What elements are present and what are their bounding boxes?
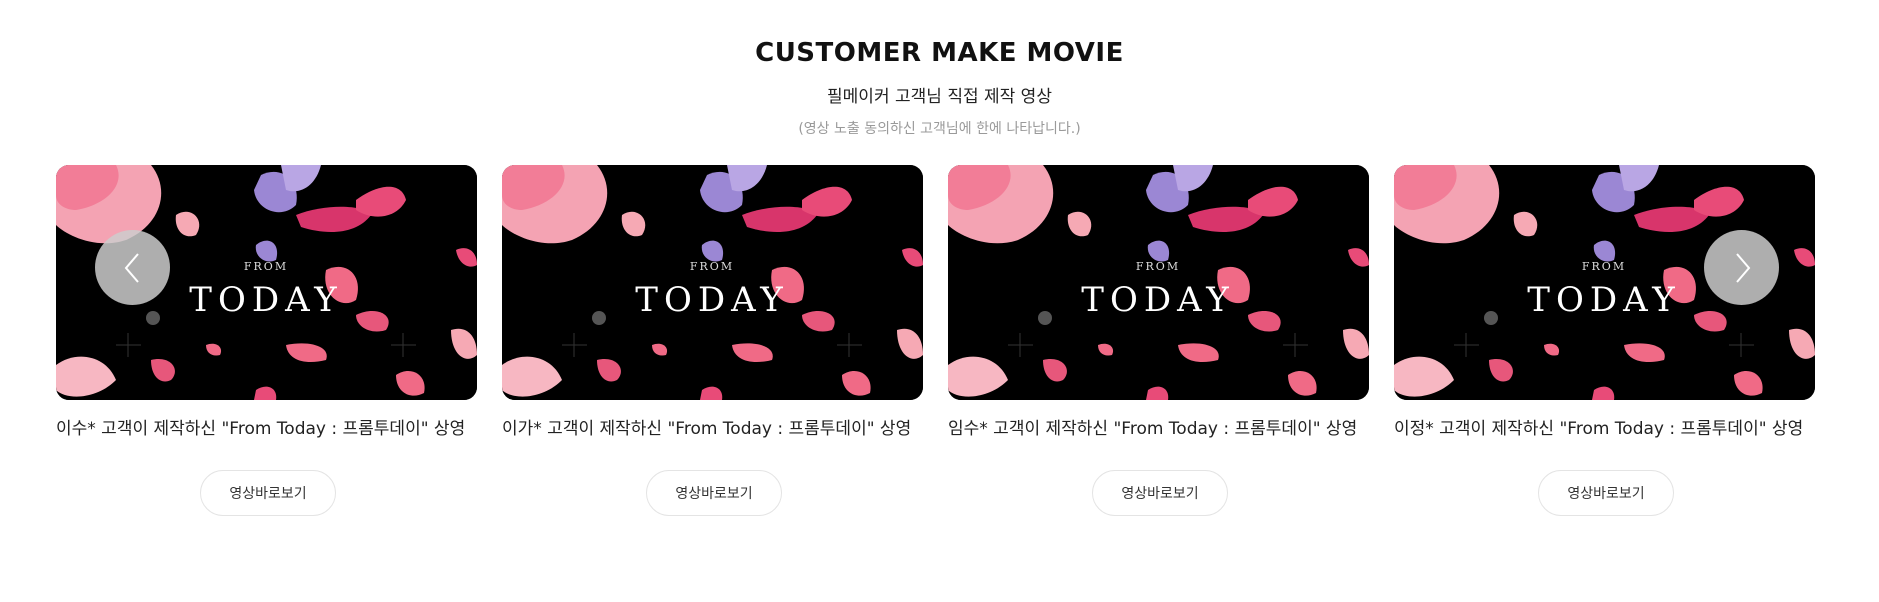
movie-caption: 이가* 고객이 제작하신 "From Today : 프롬투데이" 상영 bbox=[502, 419, 912, 439]
thumbnail-big-text: TODAY bbox=[1527, 280, 1680, 320]
thumbnail-big-text: TODAY bbox=[1081, 280, 1234, 320]
movie-caption: 임수* 고객이 제작하신 "From Today : 프롬투데이" 상영 bbox=[948, 419, 1358, 439]
section-title: CUSTOMER MAKE MOVIE bbox=[755, 38, 1124, 68]
thumbnail-small-text: FROM bbox=[690, 260, 734, 273]
movie-thumbnail[interactable]: FROM TODAY bbox=[502, 165, 923, 400]
thumbnail-small-text: FROM bbox=[1582, 260, 1626, 273]
watch-video-button[interactable]: 영상바로보기 bbox=[646, 470, 782, 516]
watch-video-button[interactable]: 영상바로보기 bbox=[1538, 470, 1674, 516]
movie-caption: 이수* 고객이 제작하신 "From Today : 프롬투데이" 상영 bbox=[56, 419, 466, 439]
movie-caption: 이정* 고객이 제작하신 "From Today : 프롬투데이" 상영 bbox=[1394, 419, 1804, 439]
thumbnail-big-text: TODAY bbox=[189, 280, 342, 320]
section-note: (영상 노출 동의하신 고객님에 한에 나타납니다.) bbox=[798, 121, 1081, 137]
section-subtitle: 필메이커 고객님 직접 제작 영상 bbox=[827, 87, 1052, 107]
customer-make-movie-section: CUSTOMER MAKE MOVIE 필메이커 고객님 직접 제작 영상 (영… bbox=[0, 0, 1879, 602]
watch-video-button[interactable]: 영상바로보기 bbox=[1092, 470, 1228, 516]
chevron-left-icon bbox=[124, 252, 139, 283]
carousel-prev-button[interactable] bbox=[95, 230, 170, 305]
thumbnail-art: FROM TODAY bbox=[948, 165, 1369, 400]
thumbnail-big-text: TODAY bbox=[635, 280, 788, 320]
carousel-next-button[interactable] bbox=[1704, 230, 1779, 305]
thumbnail-art: FROM TODAY bbox=[502, 165, 923, 400]
chevron-right-icon bbox=[1735, 252, 1750, 283]
movie-thumbnail[interactable]: FROM TODAY bbox=[948, 165, 1369, 400]
thumbnail-small-text: FROM bbox=[1136, 260, 1180, 273]
thumbnail-small-text: FROM bbox=[244, 260, 288, 273]
watch-video-button[interactable]: 영상바로보기 bbox=[200, 470, 336, 516]
